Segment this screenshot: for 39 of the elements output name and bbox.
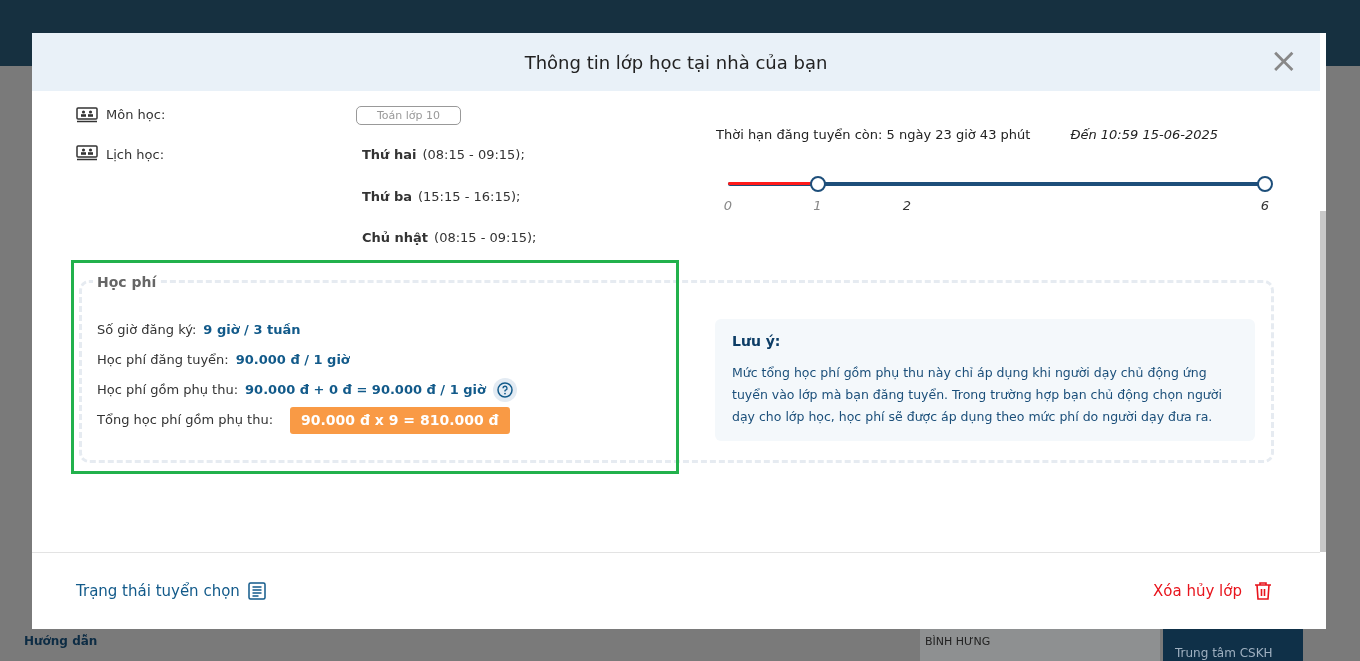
map-label: BÌNH HƯNG bbox=[925, 634, 991, 650]
delete-class-button[interactable]: Xóa hủy lớp bbox=[1153, 579, 1272, 603]
fee-label: Số giờ đăng ký: bbox=[97, 321, 197, 340]
timeline-tick-label: 0 bbox=[723, 196, 733, 215]
fee-label: Tổng học phí gồm phụ thu: bbox=[97, 411, 274, 430]
subject-label: Môn học: bbox=[106, 106, 166, 125]
fee-value: 9 giờ / 3 tuần bbox=[203, 321, 301, 340]
people-board-icon bbox=[76, 145, 98, 161]
timeline-tick-label: 2 bbox=[902, 196, 912, 215]
timeline-handle[interactable] bbox=[809, 175, 826, 192]
timeline-end-marker bbox=[1257, 175, 1273, 192]
note-text: Mức tổng học phí gồm phụ thu này chỉ áp dụng khi người dạy chủ động ứng tuyển vào lớp mà bạn đăng tuyển. Trong trường hợp bạn chủ động chọn người dạy cho lớp học, học phí sẽ được áp dụng theo mức phí do người dạy đưa ra. bbox=[732, 363, 1223, 426]
dialog-title: Thông tin lớp học tại nhà của bạn bbox=[524, 50, 828, 75]
deadline-date: Đến 10:59 15-06-2025 bbox=[1070, 126, 1218, 144]
schedule-day: Chủ nhật bbox=[362, 228, 429, 248]
schedule-time: (08:15 - 09:15); bbox=[434, 229, 537, 247]
selection-status-link[interactable]: Trạng thái tuyển chọn bbox=[76, 579, 266, 603]
timeline-tick-label: 1 bbox=[813, 196, 822, 215]
document-icon bbox=[247, 582, 266, 600]
trash-icon bbox=[1254, 581, 1272, 601]
schedule-label: Lịch học: bbox=[106, 146, 165, 164]
fee-value: 90.000 đ + 0 đ = 90.000 đ / 1 giờ bbox=[245, 381, 486, 400]
close-button[interactable]: × bbox=[1269, 43, 1298, 77]
schedule-time: (15:15 - 16:15); bbox=[418, 187, 521, 206]
help-link[interactable]: Hướng dẫn bbox=[24, 632, 98, 650]
fee-label: Học phí gồm phụ thu: bbox=[97, 381, 239, 400]
schedule-time: (08:15 - 09:15); bbox=[422, 146, 525, 164]
fee-value: 90.000 đ / 1 giờ bbox=[235, 351, 350, 370]
schedule-day: Thứ hai bbox=[362, 145, 417, 165]
deadline-remaining: Thời hạn đăng tuyển còn: 5 ngày 23 giờ 43 phút bbox=[716, 126, 1031, 144]
total-fee-badge: 90.000 đ x 9 = 810.000 đ bbox=[290, 406, 510, 434]
support-subtitle: Trung tâm CSKH bbox=[1175, 646, 1274, 660]
help-icon[interactable] bbox=[492, 378, 517, 402]
subject-tag: Toán lớp 10 bbox=[356, 105, 462, 125]
people-board-icon bbox=[76, 107, 98, 123]
schedule-day: Thứ ba bbox=[362, 186, 412, 206]
timeline-tick-label: 6 bbox=[1260, 196, 1270, 215]
fee-label: Học phí đăng tuyển: bbox=[97, 351, 229, 370]
note-title: Lưu ý: bbox=[732, 331, 782, 351]
